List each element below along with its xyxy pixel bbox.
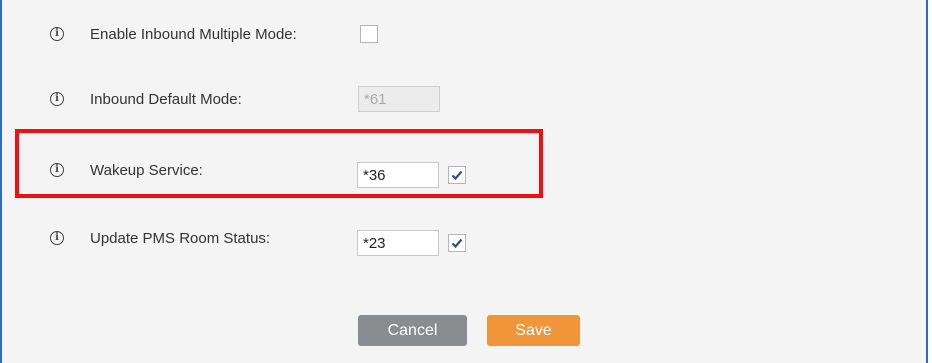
info-icon[interactable]: i [50, 231, 64, 245]
highlight-box [15, 129, 543, 198]
row-update-pms-room-status: i Update PMS Room Status: *23 [50, 225, 466, 256]
inbound-default-mode-input: *61 [358, 86, 440, 112]
inbound-multiple-mode-label: Enable Inbound Multiple Mode: [90, 25, 297, 43]
update-pms-room-status-label: Update PMS Room Status: [90, 229, 271, 247]
row-inbound-default-mode: i Inbound Default Mode: *61 [50, 86, 440, 112]
save-button[interactable]: Save [487, 315, 580, 346]
settings-panel: i Enable Inbound Multiple Mode: i Inboun… [0, 0, 928, 363]
update-pms-room-status-input[interactable]: *23 [357, 230, 439, 256]
update-pms-room-status-checkbox[interactable] [448, 234, 466, 252]
checkmark-icon [451, 238, 463, 249]
cancel-button[interactable]: Cancel [358, 315, 467, 346]
info-icon[interactable]: i [50, 27, 64, 41]
inbound-multiple-mode-checkbox[interactable] [360, 25, 378, 43]
inbound-default-mode-label: Inbound Default Mode: [90, 90, 242, 108]
info-icon[interactable]: i [50, 92, 64, 106]
row-inbound-multiple-mode: i Enable Inbound Multiple Mode: [50, 21, 378, 47]
